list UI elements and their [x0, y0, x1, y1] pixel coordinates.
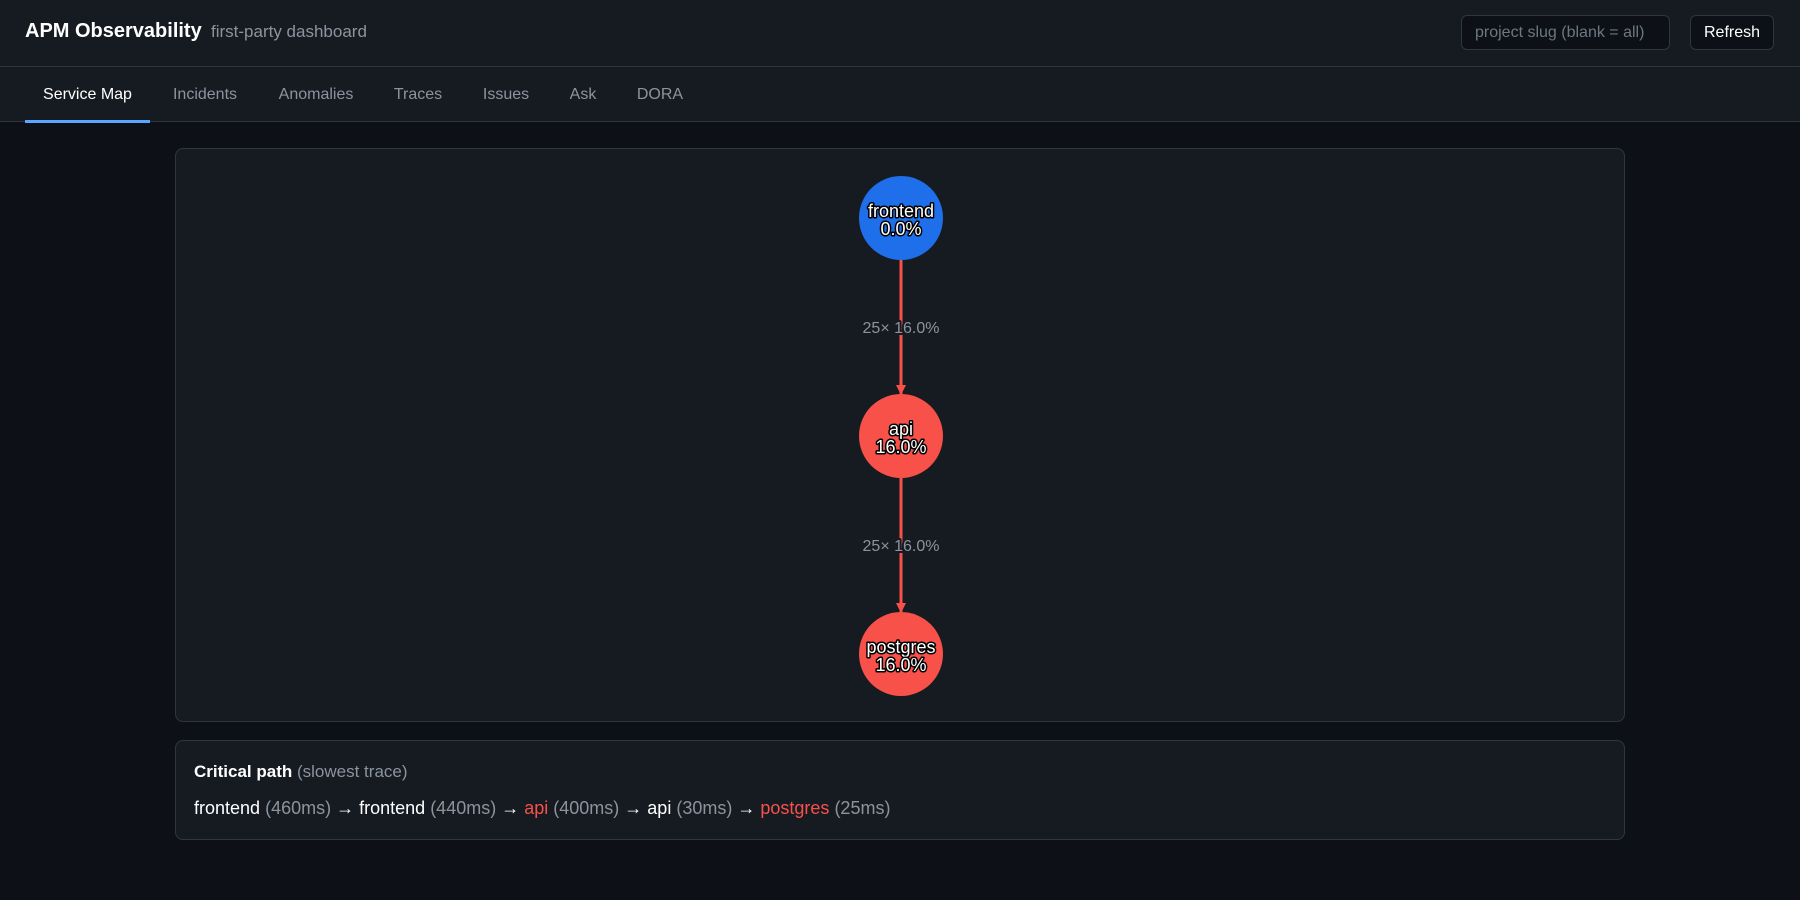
service-map-graph: 25× 16.0%25× 16.0% frontend0.0%api16.0%p…	[859, 176, 943, 696]
app-subtitle: first-party dashboard	[211, 22, 367, 41]
critical-path-heading: Critical path (slowest trace)	[194, 762, 408, 782]
critical-path-subtitle: (slowest trace)	[296, 762, 408, 781]
critical-path-service: frontend	[194, 798, 261, 818]
critical-path-title: Critical path	[194, 762, 293, 781]
tab-incidents[interactable]: Incidents	[157, 67, 253, 122]
critical-path-arrow: →	[619, 798, 648, 818]
critical-path-duration: (25ms)	[834, 798, 891, 818]
critical-path-steps: frontend (460ms) → frontend (440ms) → ap…	[194, 798, 890, 819]
service-map-panel: 25× 16.0% 25× 16.0% frontend 0.0% api 16.0% p…	[175, 148, 1625, 722]
tab-service-map[interactable]: Service Map	[25, 67, 150, 123]
critical-path-service: api	[647, 798, 672, 818]
tab-traces[interactable]: Traces	[380, 67, 456, 122]
project-slug-input[interactable]	[1461, 15, 1670, 50]
critical-path-duration: (30ms)	[676, 798, 733, 818]
edge-label: 25× 16.0%	[863, 538, 940, 555]
service-node-frontend[interactable]: frontend0.0%	[859, 176, 943, 260]
service-node-error-rate: 16.0%	[875, 655, 926, 675]
critical-path-service: api	[524, 798, 549, 818]
tab-anomalies[interactable]: Anomalies	[268, 67, 364, 122]
tab-ask[interactable]: Ask	[557, 67, 609, 122]
critical-path-duration: (460ms)	[265, 798, 332, 818]
service-node-api[interactable]: api16.0%	[859, 394, 943, 478]
service-node-error-rate: 16.0%	[875, 437, 926, 457]
critical-path-service: postgres	[760, 798, 830, 818]
edge-label: 25× 16.0%	[863, 320, 940, 337]
service-node-name: frontend	[868, 201, 934, 221]
service-node-name: postgres	[866, 637, 935, 657]
critical-path-arrow: →	[732, 798, 761, 818]
service-node-error-rate: 0.0%	[880, 219, 921, 239]
critical-path-duration: (400ms)	[553, 798, 620, 818]
critical-path-panel: Critical path (slowest trace) frontend (…	[175, 740, 1625, 840]
tab-bar: Service Map Incidents Anomalies Traces I…	[0, 67, 1800, 123]
app-title: APM Observability	[25, 20, 202, 42]
refresh-button[interactable]: Refresh	[1690, 15, 1774, 50]
critical-path-arrow: →	[496, 798, 525, 818]
service-node-postgres[interactable]: postgres16.0%	[859, 612, 943, 696]
critical-path-duration: (440ms)	[430, 798, 497, 818]
critical-path-arrow: →	[331, 798, 360, 818]
tab-dora[interactable]: DORA	[624, 67, 696, 122]
service-node-name: api	[889, 419, 913, 439]
critical-path-service: frontend	[359, 798, 426, 818]
tab-issues[interactable]: Issues	[469, 67, 543, 122]
app-header: APM Observability first-party dashboard …	[0, 0, 1800, 67]
